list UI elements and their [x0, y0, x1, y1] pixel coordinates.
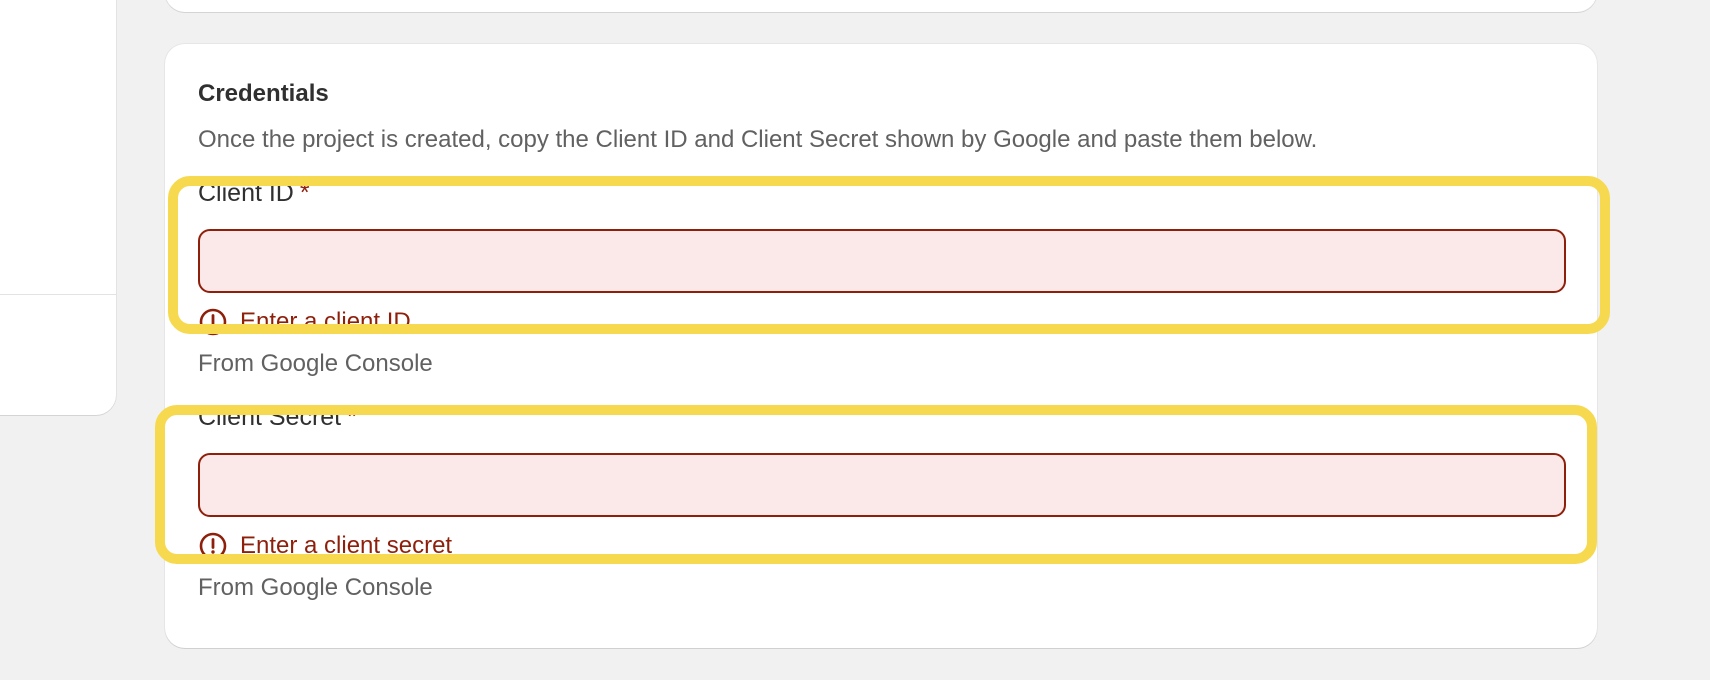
client-id-error: Enter a client ID: [198, 307, 1566, 337]
client-id-label-text: Client ID: [198, 179, 294, 207]
alert-circle-icon: [199, 532, 227, 560]
credentials-description: Once the project is created, copy the Cl…: [198, 126, 1318, 153]
required-asterisk: *: [299, 179, 310, 207]
client-secret-input[interactable]: [198, 453, 1566, 517]
client-id-input[interactable]: [198, 229, 1566, 293]
previous-section-card: [165, 0, 1597, 12]
left-sidebar-panel: [0, 0, 116, 415]
credentials-title: Credentials: [198, 80, 329, 107]
client-secret-help-text: From Google Console: [198, 574, 433, 601]
client-secret-error-text: Enter a client secret: [240, 532, 453, 559]
client-secret-field: Client Secret * Enter a client secret Fro…: [198, 402, 1566, 603]
client-id-error-text: Enter a client ID: [240, 308, 411, 335]
alert-circle-icon: [199, 308, 227, 336]
client-secret-label-text: Client Secret: [198, 403, 342, 431]
client-id-label: Client ID *: [198, 178, 1566, 208]
sidebar-divider: [0, 294, 116, 295]
required-asterisk: *: [347, 403, 357, 431]
client-id-field: Client ID * Enter a client ID From Google…: [198, 178, 1566, 379]
client-id-help-text: From Google Console: [198, 350, 433, 377]
credentials-card: Credentials Once the project is created,…: [165, 44, 1597, 648]
client-secret-error: Enter a client secret: [198, 531, 1566, 561]
client-secret-label: Client Secret *: [198, 402, 1566, 432]
